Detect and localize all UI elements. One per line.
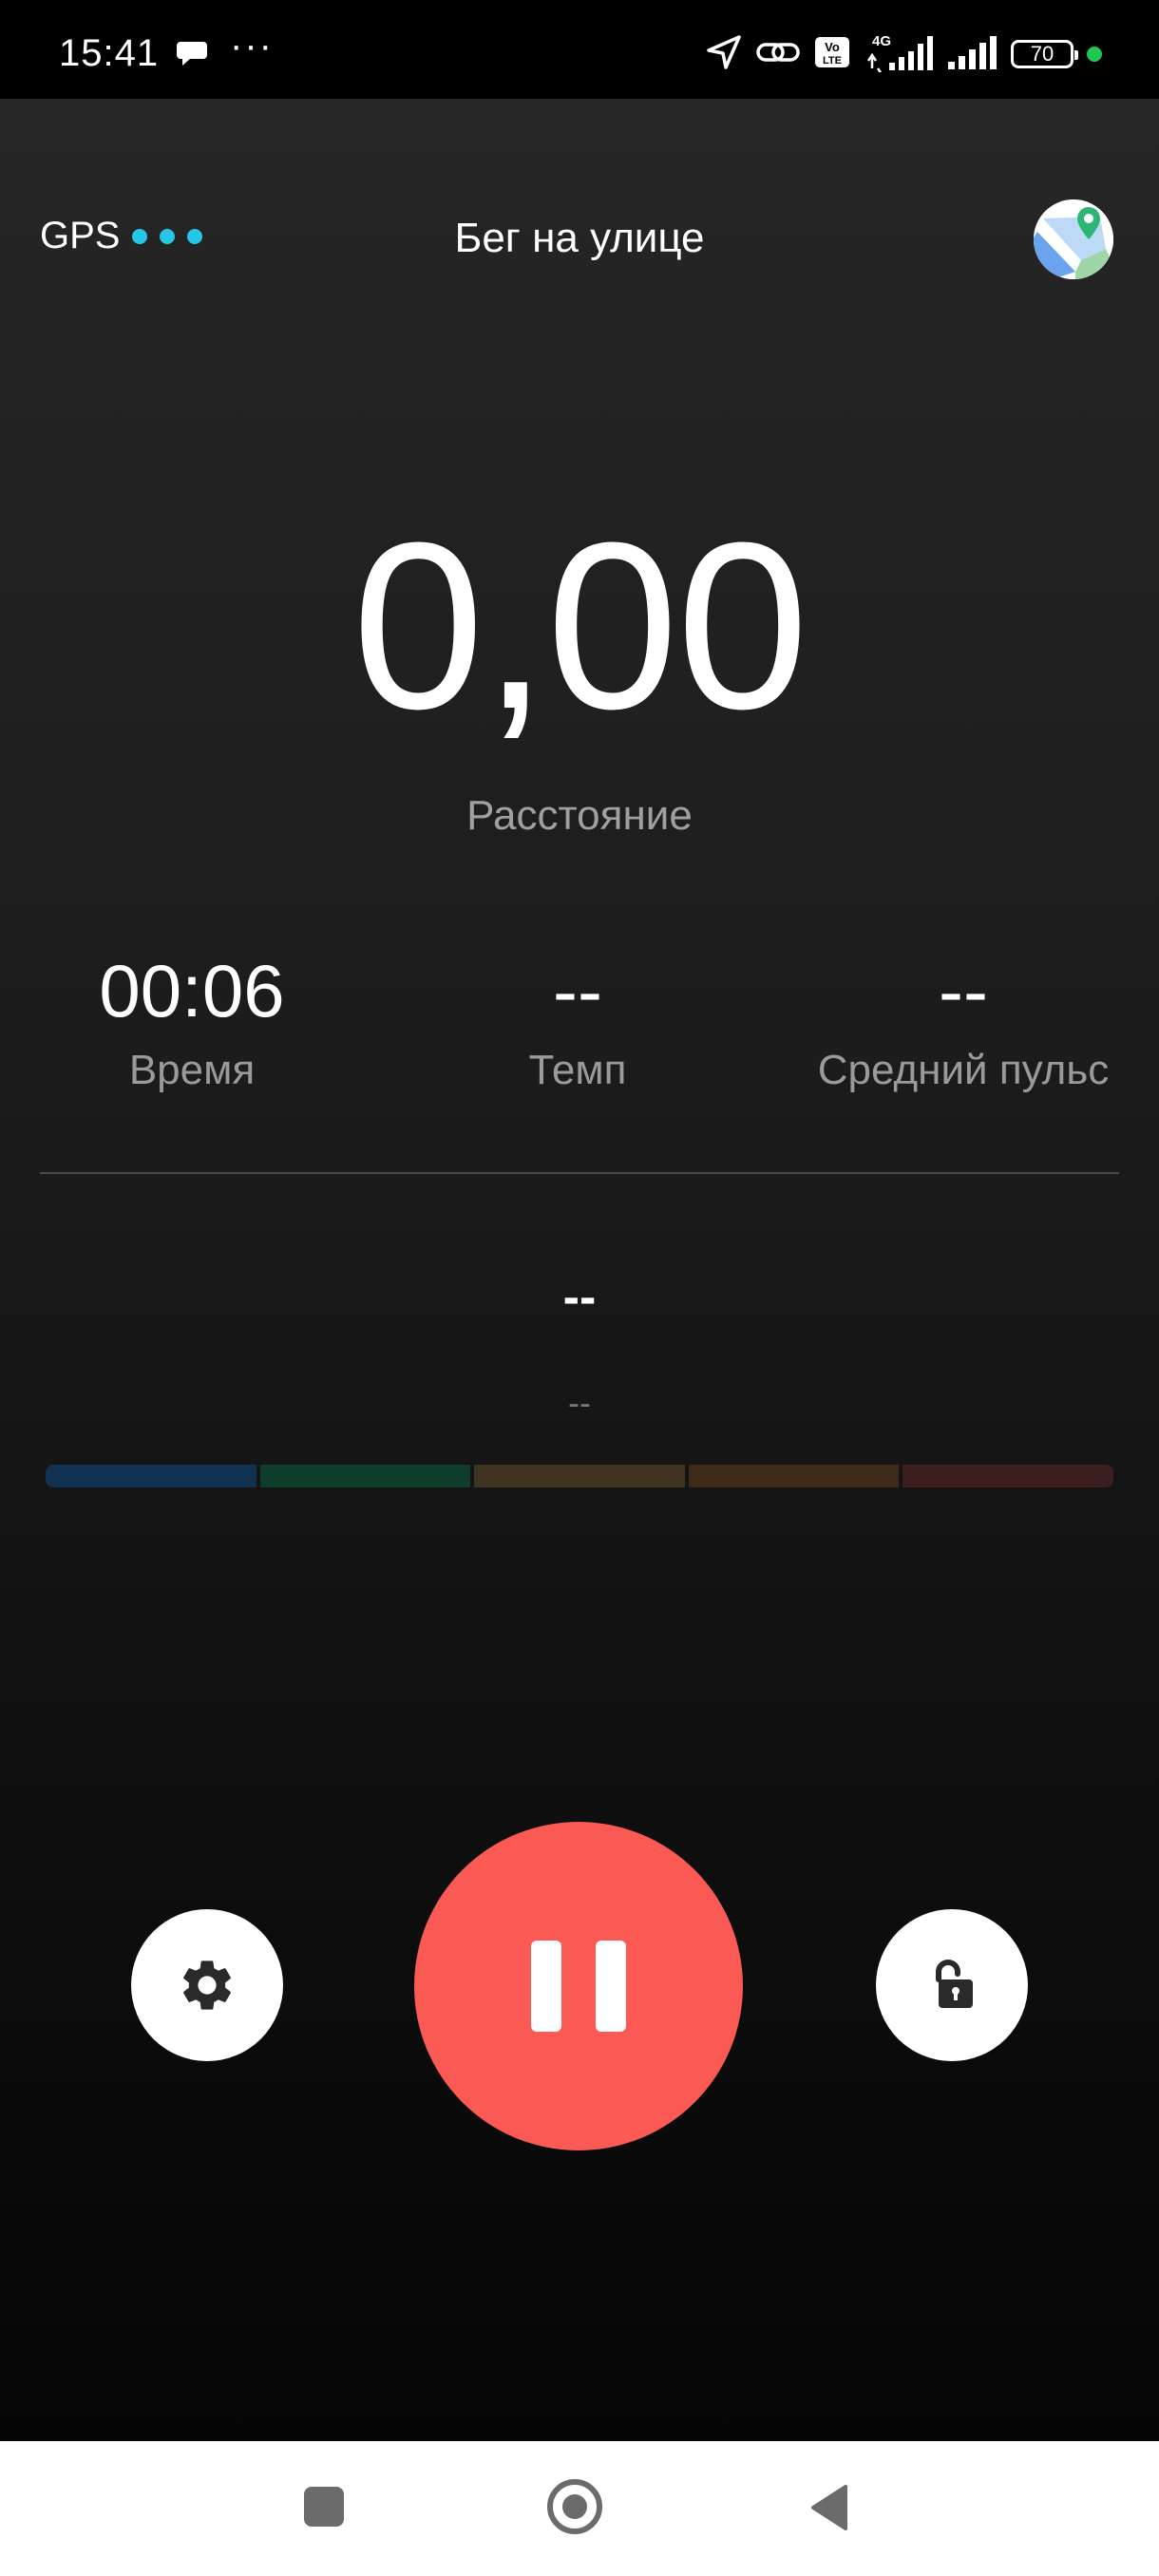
link-icon	[756, 36, 800, 73]
recent-apps-button[interactable]	[304, 2487, 344, 2527]
pause-icon	[596, 1941, 626, 2032]
heart-rate-zone-bar	[46, 1465, 1113, 1487]
svg-text:Vo: Vo	[825, 40, 840, 54]
zone-segment	[259, 1465, 471, 1487]
zone-segment	[46, 1465, 256, 1487]
metric-pace-label: Темп	[528, 1047, 627, 1093]
more-notifications-icon: ···	[230, 25, 274, 66]
zone-segment	[902, 1465, 1113, 1487]
distance-value: 0,00	[352, 493, 809, 758]
page-title: Бег на улице	[454, 215, 705, 261]
zone-segment	[688, 1465, 900, 1487]
battery-icon: 70	[1011, 40, 1078, 68]
heart-rate-zone: --	[568, 1383, 591, 1422]
unlock-icon	[936, 1960, 973, 2008]
map-pin-icon	[1034, 199, 1113, 279]
metric-pace-value: --	[553, 949, 602, 1032]
back-button[interactable]	[808, 2483, 849, 2537]
map-button[interactable]	[1034, 199, 1113, 279]
volte-icon: Vo LTE	[813, 33, 851, 76]
signal-icon	[946, 33, 998, 76]
metric-pace: -- Темп	[388, 954, 768, 1094]
location-arrow-icon	[705, 33, 743, 76]
metric-avg-heart-rate-value: --	[939, 949, 988, 1032]
privacy-indicator-dot	[1087, 47, 1102, 62]
svg-text:LTE: LTE	[823, 55, 842, 66]
metric-avg-heart-rate: -- Средний пульс	[773, 954, 1153, 1094]
metric-time: 00:06 Время	[2, 954, 382, 1094]
metric-time-value: 00:06	[99, 949, 285, 1032]
status-bar: 15:41 ··· Vo LTE 4G 70	[0, 0, 1159, 99]
chat-bubble-icon	[177, 40, 209, 73]
system-navigation-bar	[0, 2441, 1159, 2576]
home-icon	[562, 2494, 587, 2519]
pause-icon	[531, 1941, 561, 2032]
pause-button[interactable]	[414, 1822, 743, 2150]
home-button[interactable]	[547, 2479, 602, 2534]
status-time: 15:41	[59, 32, 160, 74]
back-triangle-icon	[811, 2485, 847, 2530]
battery-level: 70	[1030, 42, 1054, 66]
metric-time-label: Время	[128, 1047, 256, 1093]
svg-text:4G: 4G	[872, 33, 891, 49]
heart-rate-value: --	[562, 1270, 597, 1325]
lock-button[interactable]	[876, 1909, 1028, 2061]
signal-4g-icon: 4G	[864, 32, 933, 77]
gear-icon	[183, 1960, 231, 2010]
status-icons: Vo LTE 4G 70	[705, 32, 1102, 76]
distance-label: Расстояние	[466, 792, 693, 839]
divider	[40, 1172, 1119, 1174]
metric-avg-heart-rate-label: Средний пульс	[817, 1047, 1110, 1093]
zone-segment	[474, 1465, 685, 1487]
settings-button[interactable]	[131, 1909, 283, 2061]
workout-screen: GPS Бег на улице 0,00 Расстояние 00:06 В…	[0, 99, 1159, 2441]
